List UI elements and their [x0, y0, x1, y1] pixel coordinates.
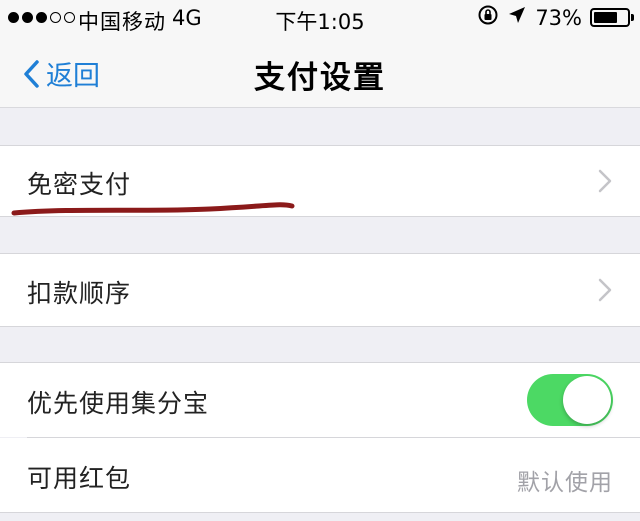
- battery-fill: [594, 12, 618, 23]
- priority-jifenbao-toggle[interactable]: [527, 374, 613, 426]
- page-title: 支付设置: [254, 60, 386, 96]
- red-packet-label: 可用红包: [27, 464, 132, 493]
- deduction-order-row[interactable]: 扣款顺序: [0, 254, 640, 326]
- status-bar: 中国移动 4G 下午1:05 73%: [0, 0, 640, 38]
- handwritten-underline-mark: [11, 202, 295, 216]
- priority-jifenbao-label: 优先使用集分宝: [27, 389, 210, 418]
- divider: [0, 326, 640, 327]
- toggle-knob: [563, 376, 611, 424]
- location-arrow-icon: [507, 5, 527, 30]
- battery-percent: 73%: [535, 5, 582, 30]
- priority-jifenbao-row: 优先使用集分宝: [0, 363, 640, 437]
- divider: [0, 512, 640, 513]
- password-free-payment-label: 免密支付: [27, 170, 132, 199]
- red-packet-value: 默认使用: [517, 470, 613, 496]
- status-right-group: 73%: [477, 4, 634, 31]
- chevron-right-icon: [598, 278, 612, 302]
- chevron-right-icon: [598, 169, 612, 193]
- navigation-bar: 返回 支付设置: [0, 38, 640, 108]
- orientation-lock-icon: [477, 4, 499, 31]
- red-packet-row[interactable]: 可用红包 默认使用: [0, 438, 640, 512]
- deduction-order-label: 扣款顺序: [27, 279, 132, 308]
- battery-icon: [590, 8, 634, 27]
